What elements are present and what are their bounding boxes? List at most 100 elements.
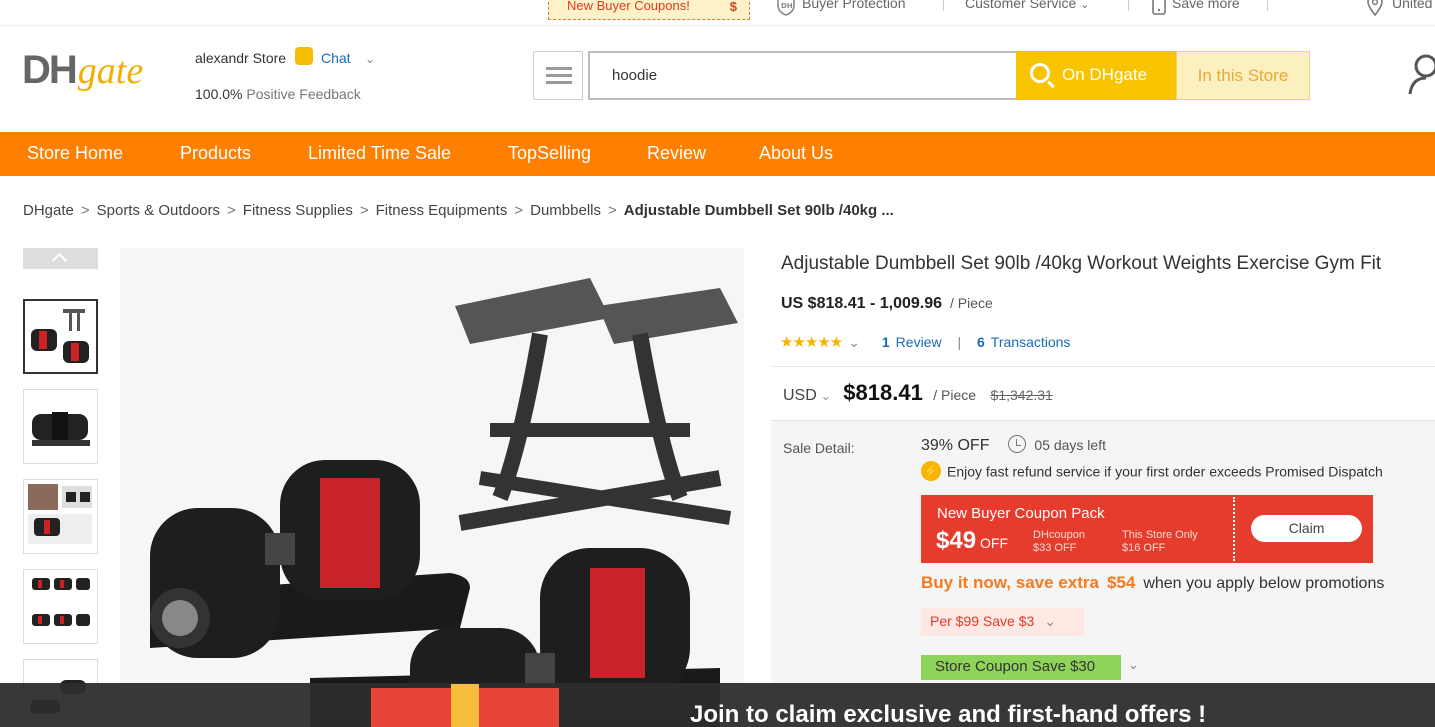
- lightning-icon: ⚡: [921, 461, 941, 481]
- nav-about-us[interactable]: About Us: [759, 143, 833, 164]
- customer-service-menu[interactable]: Customer Service ⌄: [965, 0, 1089, 11]
- nav-top-selling[interactable]: TopSelling: [508, 143, 591, 164]
- time-left: 05 days left: [1034, 437, 1106, 454]
- nav-store-home[interactable]: Store Home: [27, 143, 123, 164]
- hamburger-icon: [546, 67, 572, 70]
- price-range-value: US $818.41 - 1,009.96: [781, 295, 943, 312]
- buy-now-rest: when you apply below promotions: [1143, 575, 1385, 592]
- divider: [771, 366, 1435, 367]
- price-range-unit: / Piece: [950, 295, 993, 311]
- hamburger-icon-bar: [546, 81, 572, 84]
- buyer-protection-link[interactable]: Buyer Protection: [802, 0, 906, 11]
- breadcrumb-dumbbells[interactable]: Dumbbells: [530, 202, 601, 219]
- per-99-promo-tag[interactable]: Per $99 Save $3 ⌄: [921, 608, 1084, 636]
- dumbbell-thumbnail-image: [32, 412, 90, 446]
- breadcrumb-separator: >: [80, 202, 90, 219]
- breadcrumb-fitness-equipments[interactable]: Fitness Equipments: [376, 202, 508, 219]
- customer-service-label: Customer Service: [965, 0, 1077, 11]
- dollar-icon: $: [729, 0, 737, 14]
- coupon-pack-amount: $49 OFF: [936, 527, 1008, 555]
- store-nav-bar: Store Home Products Limited Time Sale To…: [0, 132, 1435, 176]
- new-buyer-coupons-link[interactable]: New Buyer Coupons! $: [548, 0, 750, 20]
- transaction-label: Transactions: [990, 334, 1071, 350]
- chevron-down-icon[interactable]: ⌄: [1128, 658, 1139, 673]
- breadcrumb-fitness-supplies[interactable]: Fitness Supplies: [243, 202, 353, 219]
- original-price: $1,342.31: [990, 387, 1053, 403]
- adjustable-dumbbell-set-image: [120, 248, 744, 727]
- header: DHgate alexandr Store Chat ⌄ 100.0% Posi…: [0, 26, 1435, 132]
- chevron-down-icon[interactable]: ⌄: [821, 389, 831, 403]
- chat-icon[interactable]: [294, 47, 313, 65]
- currency-selector[interactable]: USD: [783, 387, 817, 404]
- thumbnail-scroll-up-button[interactable]: [23, 248, 98, 269]
- feedback-value: 100.0%: [195, 86, 243, 102]
- divider: [943, 0, 944, 11]
- sale-detail-label: Sale Detail:: [783, 440, 855, 456]
- dumbbell-grid-thumbnail-image: [32, 578, 90, 626]
- join-offers-banner[interactable]: Join to claim exclusive and first-hand o…: [0, 683, 1435, 727]
- store-name[interactable]: alexandr Store: [195, 50, 286, 66]
- review-label: Review: [895, 334, 942, 350]
- review-count: 1: [881, 334, 890, 350]
- feedback-label: Positive Feedback: [246, 86, 361, 102]
- dhcoupon-label: DHcoupon: [1033, 529, 1085, 541]
- chat-link[interactable]: Chat: [321, 50, 351, 66]
- thumbnail-3[interactable]: [23, 479, 98, 554]
- new-buyer-coupon-pack: New Buyer Coupon Pack $49 OFF DHcoupon $33…: [921, 495, 1373, 563]
- store-only-info: This Store Only $16 OFF: [1122, 529, 1198, 555]
- buy-now-lead: Buy it now, save extra: [921, 573, 1099, 592]
- nav-limited-time-sale[interactable]: Limited Time Sale: [308, 143, 451, 164]
- chevron-down-icon[interactable]: ⌄: [365, 52, 375, 66]
- category-menu-button[interactable]: [533, 51, 583, 100]
- chevron-down-icon: ⌄: [1080, 0, 1090, 11]
- coupon-pack-title: New Buyer Coupon Pack: [937, 505, 1105, 522]
- thumbnail-4[interactable]: [23, 569, 98, 644]
- divider: [1267, 0, 1268, 11]
- dhgate-logo[interactable]: DHgate: [22, 48, 143, 93]
- breadcrumb-separator: >: [359, 202, 369, 219]
- buy-now-amount: $54: [1106, 573, 1136, 592]
- thumbnail-2[interactable]: [23, 389, 98, 464]
- main-product-image[interactable]: [120, 248, 744, 727]
- new-buyer-coupons-label: New Buyer Coupons!: [567, 0, 690, 13]
- nav-review[interactable]: Review: [647, 143, 706, 164]
- coupon-pack-off: OFF: [980, 535, 1009, 551]
- discount-percent: 39% OFF: [921, 437, 990, 455]
- buy-now-promo: Buy it now, save extra $54 when you apply …: [921, 573, 1384, 593]
- per-99-text: Per $99 Save $3: [930, 613, 1035, 629]
- price-range: US $818.41 - 1,009.96 / Piece: [781, 295, 993, 313]
- rating-row: ★★★★★ ⌄ 1 Review | 6 Transactions: [780, 333, 1070, 351]
- coupon-perforation: [1233, 497, 1235, 561]
- svg-text:DH: DH: [781, 2, 793, 10]
- divider: |: [957, 334, 962, 350]
- reviews-link[interactable]: 1 Review: [882, 334, 942, 350]
- transactions-link[interactable]: 6 Transactions: [977, 334, 1070, 350]
- search-input[interactable]: hoodie: [588, 51, 1016, 100]
- coupon-pack-amount-value: $49: [936, 527, 977, 554]
- breadcrumb-dhgate[interactable]: DHgate: [23, 202, 74, 219]
- breadcrumb-sports-outdoors[interactable]: Sports & Outdoors: [97, 202, 220, 219]
- sale-discount-row: 39% OFF 05 days left: [921, 435, 1106, 455]
- user-account-icon[interactable]: [1408, 54, 1435, 96]
- location-pin-icon: [1367, 0, 1383, 16]
- rating-stars[interactable]: ★★★★★: [780, 334, 843, 351]
- breadcrumb: DHgate > Sports & Outdoors > Fitness Supplie…: [23, 202, 894, 219]
- thumbnail-1[interactable]: [23, 299, 98, 374]
- price-line: USD ⌄ $818.41 / Piece $1,342.31: [783, 380, 1053, 406]
- refund-text: Enjoy fast refund service if your first …: [947, 463, 1383, 480]
- store-info: alexandr Store Chat ⌄ 100.0% Positive Fe…: [195, 47, 375, 102]
- search-on-dhgate-button[interactable]: On DHgate: [1016, 51, 1176, 100]
- store-coupon-tag[interactable]: Store Coupon Save $30: [921, 655, 1121, 680]
- dumbbell-set-thumbnail-image: [31, 309, 89, 363]
- mobile-phone-icon: [1152, 0, 1166, 15]
- price-unit: / Piece: [933, 387, 977, 403]
- claim-button[interactable]: Claim: [1251, 515, 1362, 542]
- save-more-link[interactable]: Save more: [1172, 0, 1240, 11]
- region-selector[interactable]: United: [1392, 0, 1432, 11]
- search-in-store-button[interactable]: In this Store: [1176, 51, 1310, 100]
- product-title: Adjustable Dumbbell Set 90lb /40kg Worko…: [781, 253, 1382, 274]
- search-icon: [1030, 63, 1050, 83]
- nav-products[interactable]: Products: [180, 143, 251, 164]
- chevron-down-icon[interactable]: ⌄: [848, 334, 860, 350]
- dhcoupon-value: $33 OFF: [1033, 542, 1077, 554]
